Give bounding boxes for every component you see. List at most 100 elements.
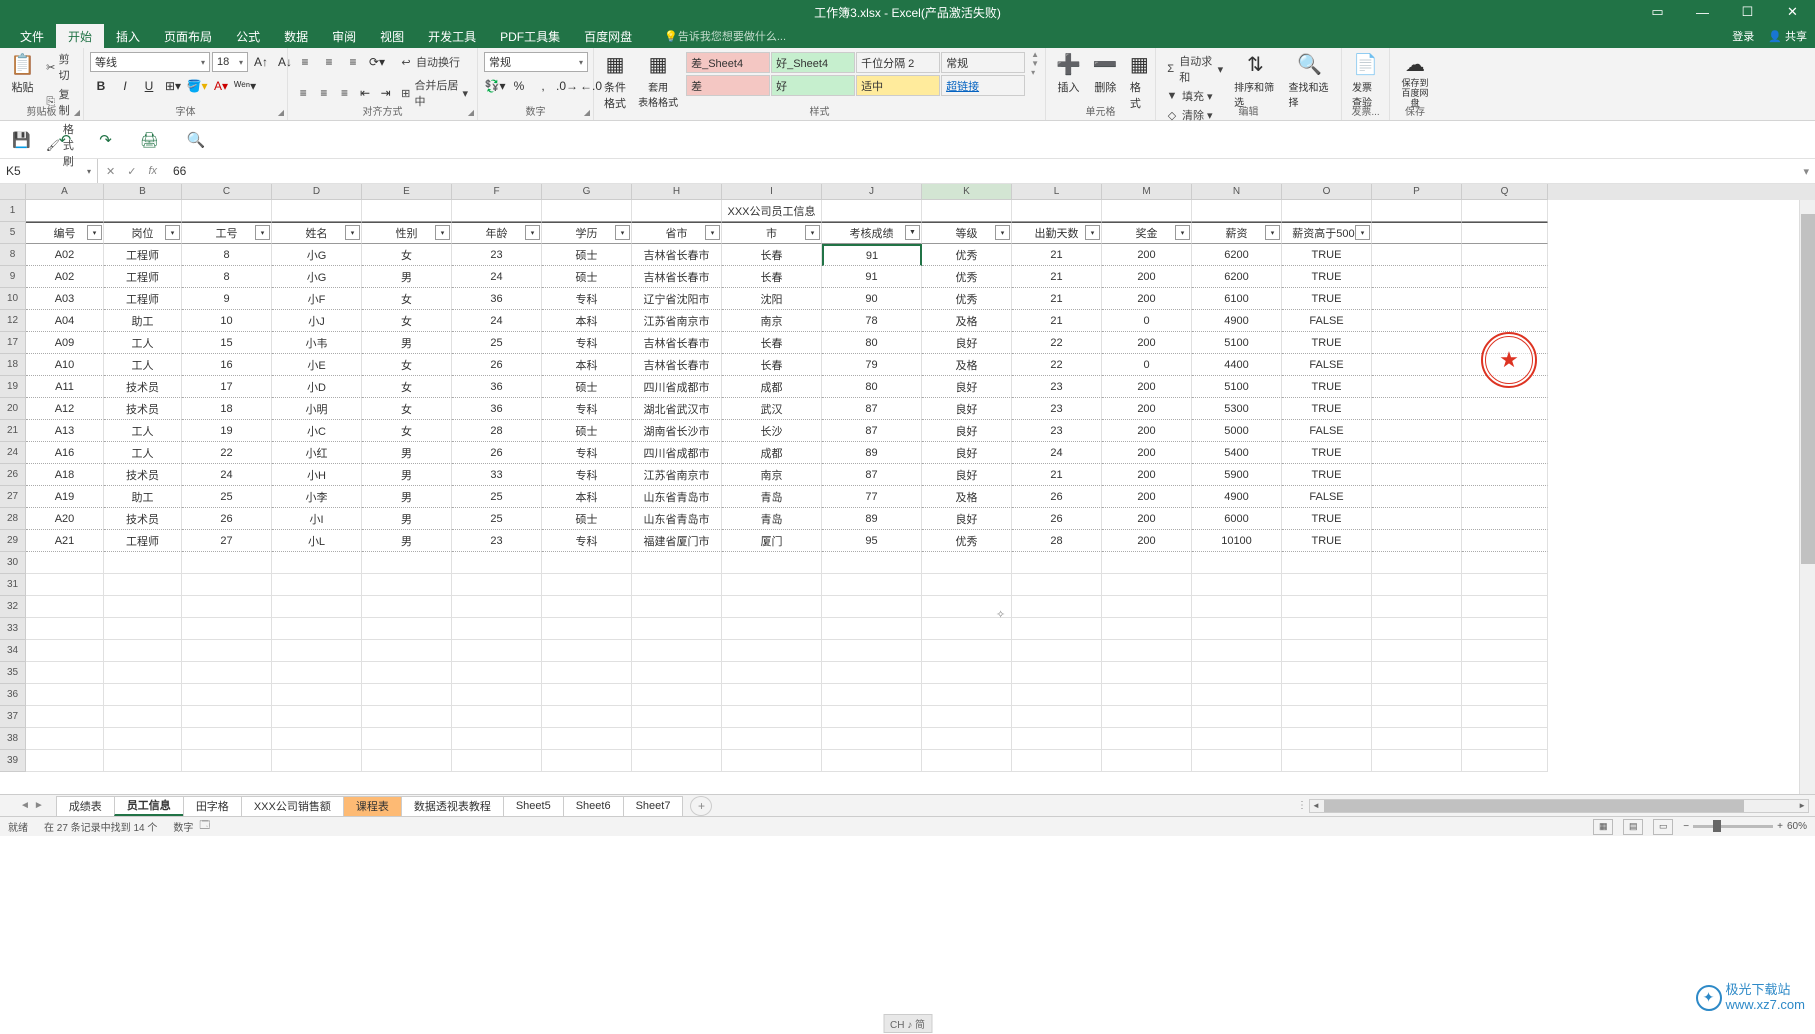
cell[interactable]: [922, 750, 1012, 772]
header-cell[interactable]: 省市▾: [632, 222, 722, 244]
cell[interactable]: TRUE: [1282, 288, 1372, 310]
cell[interactable]: [1282, 552, 1372, 574]
tab-nav-next-icon[interactable]: ►: [34, 800, 44, 811]
cell[interactable]: 助工: [104, 486, 182, 508]
zoom-in-button[interactable]: +: [1777, 821, 1783, 832]
cell[interactable]: [1012, 618, 1102, 640]
row-header[interactable]: 30: [0, 552, 26, 574]
cell[interactable]: [1012, 640, 1102, 662]
cell[interactable]: A10: [26, 354, 104, 376]
cell[interactable]: [182, 684, 272, 706]
cell[interactable]: 25: [452, 332, 542, 354]
cell[interactable]: [922, 618, 1012, 640]
cell[interactable]: 4400: [1192, 354, 1282, 376]
sheet-tab[interactable]: 成绩表: [56, 796, 115, 816]
cell[interactable]: [1282, 750, 1372, 772]
cell[interactable]: 33: [452, 464, 542, 486]
bold-button[interactable]: B: [90, 76, 112, 96]
header-cell[interactable]: 学历▾: [542, 222, 632, 244]
cell[interactable]: 良好: [922, 332, 1012, 354]
cell[interactable]: A19: [26, 486, 104, 508]
cell[interactable]: TRUE: [1282, 244, 1372, 266]
cell[interactable]: [26, 200, 104, 222]
horizontal-scrollbar[interactable]: ◄ ►: [1309, 799, 1809, 813]
cell[interactable]: [542, 552, 632, 574]
fill-button[interactable]: ▼填充▾: [1162, 87, 1226, 105]
cell[interactable]: 24: [452, 310, 542, 332]
cell[interactable]: TRUE: [1282, 530, 1372, 552]
cell[interactable]: [1462, 508, 1548, 530]
cell[interactable]: 200: [1102, 530, 1192, 552]
cell[interactable]: [632, 728, 722, 750]
tab-insert[interactable]: 插入: [104, 24, 152, 48]
vertical-scrollbar[interactable]: [1799, 200, 1815, 794]
cell[interactable]: 27: [182, 530, 272, 552]
cell[interactable]: [1372, 288, 1462, 310]
cell[interactable]: [1192, 728, 1282, 750]
sheet-tab[interactable]: 员工信息: [114, 796, 184, 816]
style-normal[interactable]: 常规: [941, 52, 1025, 73]
cell[interactable]: [362, 684, 452, 706]
cell[interactable]: 湖南省长沙市: [632, 420, 722, 442]
cell[interactable]: [922, 552, 1012, 574]
styles-more-icon[interactable]: ▾: [1031, 68, 1039, 77]
cell[interactable]: 女: [362, 288, 452, 310]
cell[interactable]: 专科: [542, 332, 632, 354]
minimize-icon[interactable]: —: [1680, 0, 1725, 24]
cell[interactable]: [1462, 222, 1548, 244]
cell[interactable]: [104, 618, 182, 640]
cell[interactable]: 工程师: [104, 288, 182, 310]
cell[interactable]: 良好: [922, 420, 1012, 442]
tab-nav-prev-icon[interactable]: ◄: [20, 800, 30, 811]
indent-dec-button[interactable]: ⇤: [356, 83, 375, 103]
increase-font-button[interactable]: A↑: [250, 52, 272, 72]
cell[interactable]: [1372, 618, 1462, 640]
login-link[interactable]: 登录: [1732, 28, 1754, 44]
row-header[interactable]: 33: [0, 618, 26, 640]
filter-button[interactable]: ▾: [1085, 225, 1100, 240]
cell[interactable]: [1012, 728, 1102, 750]
row-header[interactable]: 10: [0, 288, 26, 310]
cell[interactable]: 25: [182, 486, 272, 508]
cell[interactable]: [1282, 640, 1372, 662]
cell[interactable]: A18: [26, 464, 104, 486]
header-cell[interactable]: 编号▾: [26, 222, 104, 244]
split-icon[interactable]: ⋮: [1297, 800, 1307, 811]
cell[interactable]: [1462, 288, 1548, 310]
cell[interactable]: 91: [822, 244, 922, 266]
cell[interactable]: [1192, 706, 1282, 728]
row-header[interactable]: 26: [0, 464, 26, 486]
cell[interactable]: A16: [26, 442, 104, 464]
cell[interactable]: 87: [822, 420, 922, 442]
filter-button[interactable]: ▾: [1355, 225, 1370, 240]
cell[interactable]: [1012, 684, 1102, 706]
cell[interactable]: [104, 200, 182, 222]
filter-button[interactable]: ▾: [435, 225, 450, 240]
cell[interactable]: [1102, 750, 1192, 772]
cell[interactable]: 女: [362, 398, 452, 420]
cell[interactable]: [272, 750, 362, 772]
cell[interactable]: 0: [1102, 354, 1192, 376]
cell[interactable]: 本科: [542, 310, 632, 332]
col-header[interactable]: J: [822, 184, 922, 200]
cell[interactable]: 200: [1102, 486, 1192, 508]
filter-button[interactable]: ▾: [615, 225, 630, 240]
cell[interactable]: 南京: [722, 464, 822, 486]
cell[interactable]: [722, 662, 822, 684]
cell[interactable]: [1372, 266, 1462, 288]
cell[interactable]: 77: [822, 486, 922, 508]
cell[interactable]: 南京: [722, 310, 822, 332]
save-baidu-button[interactable]: ☁保存到百度网盘: [1396, 50, 1434, 111]
col-header[interactable]: A: [26, 184, 104, 200]
cell[interactable]: 0: [1102, 310, 1192, 332]
row-header[interactable]: 9: [0, 266, 26, 288]
cell[interactable]: 小C: [272, 420, 362, 442]
cell[interactable]: 女: [362, 376, 452, 398]
align-top-button[interactable]: ≡: [294, 52, 316, 72]
cell[interactable]: [362, 728, 452, 750]
row-header[interactable]: 12: [0, 310, 26, 332]
cell[interactable]: 87: [822, 398, 922, 420]
style-bad-sheet4[interactable]: 差_Sheet4: [686, 52, 770, 73]
cell[interactable]: 工程师: [104, 266, 182, 288]
cell[interactable]: [1462, 728, 1548, 750]
